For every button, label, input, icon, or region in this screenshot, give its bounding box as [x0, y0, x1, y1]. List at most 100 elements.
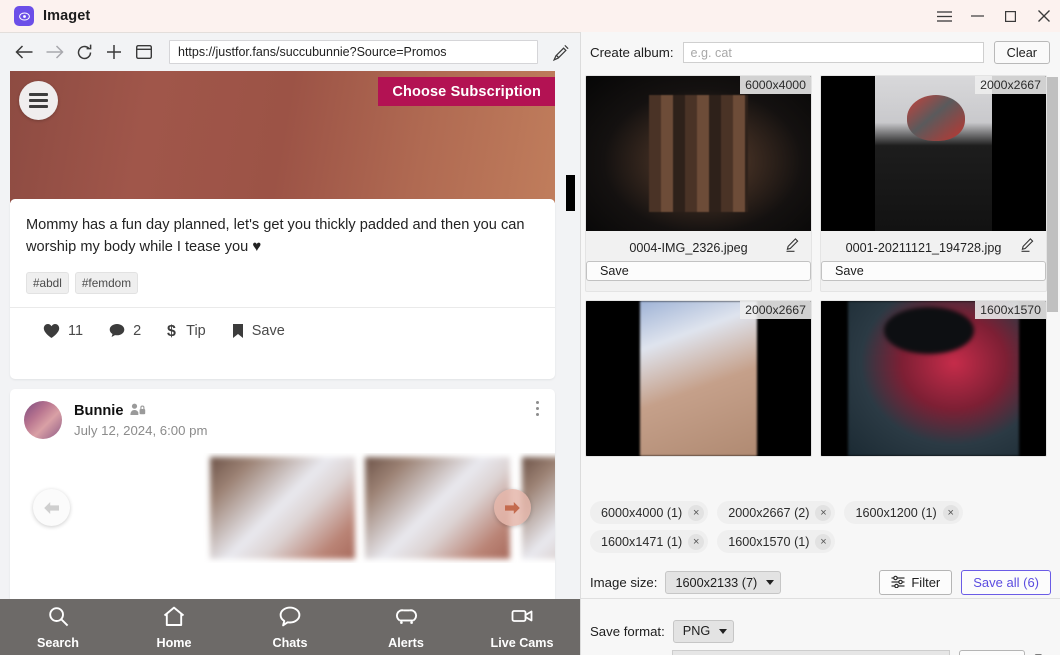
carousel-prev-button[interactable]: [33, 489, 70, 526]
tab-search[interactable]: Search: [0, 606, 116, 650]
result-thumbnail[interactable]: 1600x1570: [821, 301, 1046, 456]
result-thumbnail[interactable]: 2000x2667: [586, 301, 811, 456]
post-card: Mommy has a fun day planned, let's get y…: [10, 199, 555, 379]
close-button[interactable]: [1027, 0, 1060, 32]
tab-live-cams[interactable]: Live Cams: [464, 606, 580, 650]
forward-button[interactable]: [39, 37, 69, 67]
author-name: Bunnie: [74, 403, 124, 419]
tag-item[interactable]: #femdom: [74, 272, 139, 295]
pencil-icon[interactable]: [786, 238, 799, 257]
carousel-slide[interactable]: [365, 457, 510, 559]
tab-label: Alerts: [388, 635, 424, 650]
imaget-app-window: Imaget https://justfor.fans/succubunnie?…: [0, 0, 1060, 655]
comment-icon: [109, 323, 125, 338]
minimize-button[interactable]: [961, 0, 994, 32]
profile-banner: Choose Subscription: [10, 71, 555, 203]
close-icon[interactable]: ×: [688, 504, 705, 521]
create-album-row: Create album: e.g. cat Clear: [581, 32, 1060, 73]
kebab-menu-icon[interactable]: [536, 401, 539, 416]
tab-home[interactable]: Home: [116, 606, 232, 650]
like-action[interactable]: 11: [43, 323, 83, 339]
post-tags: #abdl #femdom: [10, 258, 555, 307]
close-icon[interactable]: ×: [942, 504, 959, 521]
change-location-button[interactable]: Change: [958, 649, 1025, 655]
result-thumbnail[interactable]: 6000x4000: [586, 76, 811, 231]
address-bar[interactable]: https://justfor.fans/succubunnie?Source=…: [169, 40, 538, 64]
filter-chip[interactable]: 1600x1200 (1) ×: [844, 501, 963, 524]
post-header: Bunnie July 12, 2024, 6:00 pm: [10, 389, 555, 439]
menu-button[interactable]: [928, 0, 961, 32]
close-icon[interactable]: ×: [815, 504, 832, 521]
browser-scrollbar-thumb[interactable]: [566, 175, 575, 211]
chip-label: 6000x4000 (1): [601, 505, 683, 520]
save-format-select[interactable]: PNG: [672, 619, 735, 643]
back-button[interactable]: [9, 37, 39, 67]
heart-icon: [43, 323, 60, 339]
image-size-select[interactable]: 1600x2133 (7): [665, 571, 782, 594]
tab-label: Chats: [272, 635, 308, 650]
tip-action[interactable]: $ Tip: [167, 322, 206, 340]
chip-label: 1600x1570 (1): [728, 534, 810, 549]
reload-button[interactable]: [69, 37, 99, 67]
filter-chip[interactable]: 6000x4000 (1) ×: [590, 501, 709, 524]
post-actions: 11 2 $ Tip Save: [10, 307, 555, 353]
address-bar-value: https://justfor.fans/succubunnie?Source=…: [178, 45, 447, 59]
save-action[interactable]: Save: [232, 323, 285, 339]
carousel-next-button[interactable]: [494, 489, 531, 526]
save-button[interactable]: Save: [821, 261, 1046, 281]
create-album-label: Create album:: [590, 45, 674, 60]
filter-chip[interactable]: 2000x2667 (2) ×: [717, 501, 836, 524]
choose-subscription-button[interactable]: Choose Subscription: [378, 77, 555, 106]
filter-label: Filter: [911, 575, 941, 590]
chevron-down-icon: [719, 628, 728, 634]
imaget-panel: Create album: e.g. cat Clear 6000x4000 0…: [580, 32, 1060, 655]
broom-clean-icon[interactable]: [546, 37, 576, 67]
create-album-input[interactable]: e.g. cat: [682, 42, 984, 63]
maximize-button[interactable]: [994, 0, 1027, 32]
result-card[interactable]: 6000x4000 0004-IMG_2326.jpeg Save: [585, 75, 812, 292]
new-tab-button[interactable]: [99, 37, 129, 67]
dollar-icon: $: [167, 322, 178, 339]
chip-label: 1600x1471 (1): [601, 534, 683, 549]
carousel-slide[interactable]: [210, 457, 355, 559]
avatar[interactable]: [24, 401, 62, 439]
save-all-button[interactable]: Save all (6): [961, 570, 1051, 595]
panel-scrollbar-thumb[interactable]: [1047, 77, 1058, 312]
user-lock-icon: [130, 403, 146, 420]
browser-toolbar: https://justfor.fans/succubunnie?Source=…: [0, 33, 580, 71]
result-card[interactable]: 2000x2667: [585, 300, 812, 457]
close-icon[interactable]: ×: [688, 533, 705, 550]
image-size-row: Image size: 1600x2133 (7) Filter Save al…: [581, 567, 1060, 599]
pencil-icon[interactable]: [1021, 238, 1034, 257]
filter-button[interactable]: Filter: [879, 570, 953, 595]
search-icon: [48, 606, 69, 632]
window-controls: [928, 0, 1060, 32]
tab-label: Live Cams: [490, 635, 554, 650]
result-card[interactable]: 1600x1570: [820, 300, 1047, 457]
filter-chip[interactable]: 1600x1471 (1) ×: [590, 530, 709, 553]
tab-label: Search: [36, 635, 79, 650]
result-filename: 0001-20211121_194728.jpg: [845, 241, 1002, 255]
image-size-value: 1600x2133 (7): [675, 575, 758, 590]
file-location-input[interactable]: C:\Users\mobeesoft\Pictures\imaget: [672, 650, 950, 655]
tabs-button[interactable]: [129, 37, 159, 67]
like-count: 11: [68, 322, 84, 339]
result-thumbnail[interactable]: 2000x2667: [821, 76, 1046, 231]
hamburger-menu-icon[interactable]: [19, 81, 58, 120]
comment-action[interactable]: 2: [109, 323, 141, 339]
bell-icon: [395, 606, 418, 632]
clear-button[interactable]: Clear: [993, 41, 1050, 64]
tip-label: Tip: [186, 322, 206, 339]
size-filter-chips: 6000x4000 (1) × 2000x2667 (2) × 1600x120…: [581, 496, 1060, 553]
result-filename: 0004-IMG_2326.jpeg: [629, 241, 748, 255]
result-card[interactable]: 2000x2667 0001-20211121_194728.jpg Save: [820, 75, 1047, 292]
results-grid: 6000x4000 0004-IMG_2326.jpeg Save 2000x2…: [585, 75, 1047, 457]
close-icon[interactable]: ×: [815, 533, 832, 550]
tab-alerts[interactable]: Alerts: [348, 606, 464, 650]
tab-chats[interactable]: Chats: [232, 606, 348, 650]
tag-item[interactable]: #abdl: [26, 272, 69, 295]
save-button[interactable]: Save: [586, 261, 811, 281]
media-carousel: [10, 453, 555, 563]
chip-label: 2000x2667 (2): [728, 505, 810, 520]
filter-chip[interactable]: 1600x1570 (1) ×: [717, 530, 836, 553]
